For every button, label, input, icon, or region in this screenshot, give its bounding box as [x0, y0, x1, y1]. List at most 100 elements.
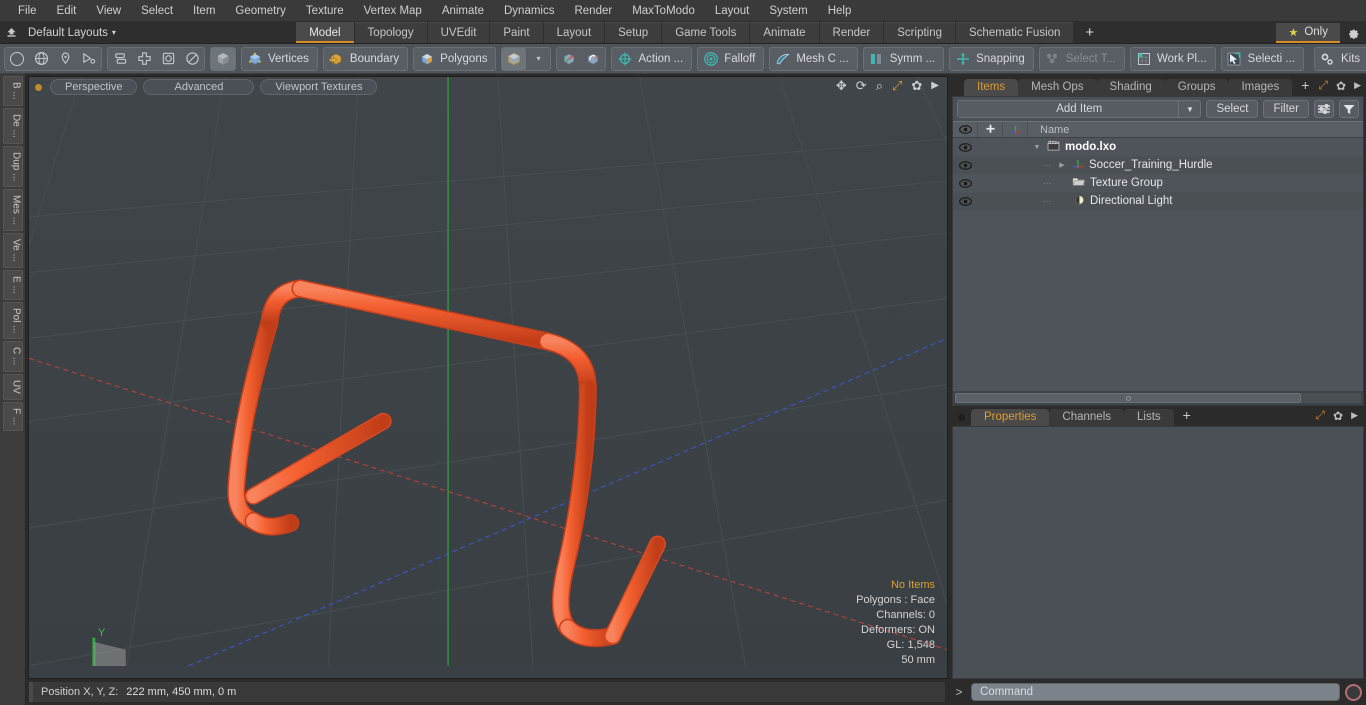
viewport-textures-dropdown[interactable]: Viewport Textures	[260, 79, 378, 95]
tab-model[interactable]: Model	[296, 22, 354, 43]
action-center-button[interactable]: Action ...	[611, 46, 693, 71]
select-through-button[interactable]: Select T...	[1038, 46, 1126, 71]
menu-maxtomodo[interactable]: MaxToModo	[622, 1, 705, 21]
zoom-icon[interactable]: ⌕	[876, 79, 883, 92]
twisty-expand-icon[interactable]: ▼	[1032, 144, 1042, 151]
snapping-button[interactable]: Snapping	[949, 46, 1034, 71]
mesh-constraint-button[interactable]: Mesh C ...	[769, 46, 858, 71]
funnel-icon[interactable]	[1339, 100, 1359, 118]
left-tab-vertex[interactable]: Ve ...	[2, 233, 23, 268]
menu-geometry[interactable]: Geometry	[225, 1, 296, 21]
filter-button[interactable]: Filter	[1263, 100, 1309, 118]
add-panel-tab-button[interactable]: +	[1292, 75, 1318, 96]
chevron-right-icon[interactable]: ▶	[1354, 80, 1361, 91]
tab-setup[interactable]: Setup	[605, 22, 662, 43]
home-arrow-icon[interactable]	[0, 22, 22, 43]
viewport-options-icon[interactable]: ✿	[911, 79, 922, 92]
add-item-dropdown[interactable]: Add Item ▼	[957, 100, 1202, 118]
twisty-collapse-icon[interactable]: ▶	[1057, 161, 1067, 169]
tab-items[interactable]: Items	[964, 79, 1019, 96]
move-manipulator-icon[interactable]	[557, 48, 581, 70]
left-tab-duplicate[interactable]: Dup ...	[2, 145, 23, 188]
menu-edit[interactable]: Edit	[47, 1, 87, 21]
tab-lists[interactable]: Lists	[1124, 409, 1174, 426]
list-options-icon[interactable]	[1314, 100, 1334, 118]
polygons-mode-button[interactable]: Polygons	[413, 46, 497, 71]
default-layouts-dropdown[interactable]: Default Layouts ▾	[22, 22, 126, 43]
row-visibility-toggle[interactable]	[953, 160, 978, 170]
tab-scripting[interactable]: Scripting	[884, 22, 956, 43]
menu-dynamics[interactable]: Dynamics	[494, 1, 564, 21]
left-tab-mesh-edit[interactable]: Mes ...	[2, 189, 23, 232]
expand-icon[interactable]: ⤢	[1318, 78, 1328, 93]
tab-paint[interactable]: Paint	[490, 22, 543, 43]
tab-channels[interactable]: Channels	[1049, 409, 1125, 426]
scrollbar-track[interactable]	[955, 393, 1301, 403]
gear-icon-properties[interactable]: ✿	[1333, 409, 1343, 423]
record-icon[interactable]	[1345, 683, 1362, 701]
left-tab-curve[interactable]: C ...	[2, 341, 23, 372]
menu-view[interactable]: View	[86, 1, 131, 21]
symmetry-button[interactable]: Symm ...	[862, 46, 945, 71]
table-row[interactable]: ⋯ ▶ Soccer_Training_Hurdle	[953, 156, 1363, 174]
boundary-mode-button[interactable]: Boundary	[322, 46, 409, 71]
circle-select-icon[interactable]	[5, 48, 29, 70]
menu-help[interactable]: Help	[818, 1, 862, 21]
kits-button[interactable]: Kits	[1313, 46, 1366, 71]
left-tab-deform[interactable]: De ...	[2, 107, 23, 144]
table-row[interactable]: ⋯ Texture Group	[953, 174, 1363, 192]
menu-render[interactable]: Render	[564, 1, 622, 21]
gear-icon-panel[interactable]: ✿	[1336, 79, 1346, 93]
tab-mesh-ops[interactable]: Mesh Ops	[1018, 79, 1097, 96]
rotate-manipulator-icon[interactable]	[581, 48, 605, 70]
menu-texture[interactable]: Texture	[296, 1, 354, 21]
table-row[interactable]: ⋯ Directional Light	[953, 192, 1363, 210]
raycast-select-icon[interactable]	[77, 48, 101, 70]
lasso-paint-icon[interactable]	[53, 48, 77, 70]
menu-select[interactable]: Select	[131, 1, 183, 21]
row-visibility-toggle[interactable]	[953, 142, 978, 152]
tab-shading[interactable]: Shading	[1096, 79, 1165, 96]
fit-icon[interactable]: ⤢	[892, 79, 902, 92]
add-tab-button[interactable]: +	[1073, 22, 1106, 43]
chevron-down-icon-additem[interactable]: ▼	[1178, 101, 1200, 117]
row-visibility-toggle[interactable]	[953, 196, 978, 206]
tab-layout[interactable]: Layout	[543, 22, 605, 43]
work-plane-button[interactable]: Work Pl...	[1130, 46, 1216, 71]
left-tab-uv[interactable]: UV	[2, 373, 23, 400]
viewport-projection-dropdown[interactable]: Perspective	[50, 79, 138, 95]
menu-item[interactable]: Item	[183, 1, 225, 21]
tab-render[interactable]: Render	[819, 22, 884, 43]
menu-file[interactable]: File	[8, 1, 47, 21]
rotate-icon[interactable]: ⟳	[856, 79, 867, 92]
expand-arrow-icon[interactable]: ▶	[931, 80, 939, 91]
globe-select-icon[interactable]	[29, 48, 53, 70]
tab-schematic-fusion[interactable]: Schematic Fusion	[956, 22, 1074, 43]
frame-icon[interactable]	[156, 48, 180, 70]
vertices-mode-button[interactable]: Vertices	[241, 46, 318, 71]
tab-images[interactable]: Images	[1228, 79, 1293, 96]
tab-animate[interactable]: Animate	[750, 22, 819, 43]
chevron-right-icon-2[interactable]: ▶	[1351, 410, 1358, 421]
tab-game-tools[interactable]: Game Tools	[662, 22, 750, 43]
left-tab-fusion[interactable]: F ...	[2, 401, 23, 431]
add-properties-tab-button[interactable]: +	[1174, 405, 1200, 426]
tab-topology[interactable]: Topology	[354, 22, 427, 43]
viewport-3d[interactable]: Y X Z Perspective Advanced Viewport Text…	[28, 76, 948, 679]
left-tab-edge[interactable]: E ...	[2, 269, 23, 300]
falloff-button[interactable]: Falloff	[697, 46, 765, 71]
cube-icon-2[interactable]	[502, 47, 527, 70]
expand-icon-2[interactable]: ⤢	[1315, 408, 1325, 423]
center-icon[interactable]	[132, 48, 156, 70]
tab-properties[interactable]: Properties	[971, 409, 1050, 426]
row-visibility-toggle[interactable]	[953, 178, 978, 188]
chevron-down-icon-toolbar[interactable]: ▾	[526, 48, 550, 70]
selection-set-button[interactable]: Selecti ...	[1220, 46, 1304, 71]
only-toggle-button[interactable]: ★ Only	[1276, 23, 1340, 43]
menu-animate[interactable]: Animate	[432, 1, 494, 21]
left-tab-basic[interactable]: B ...	[2, 76, 23, 106]
scrollbar-knob[interactable]	[1125, 395, 1131, 401]
pan-icon[interactable]: ✥	[836, 79, 847, 92]
tab-groups[interactable]: Groups	[1164, 79, 1229, 96]
tab-uvedit[interactable]: UVEdit	[427, 22, 490, 43]
